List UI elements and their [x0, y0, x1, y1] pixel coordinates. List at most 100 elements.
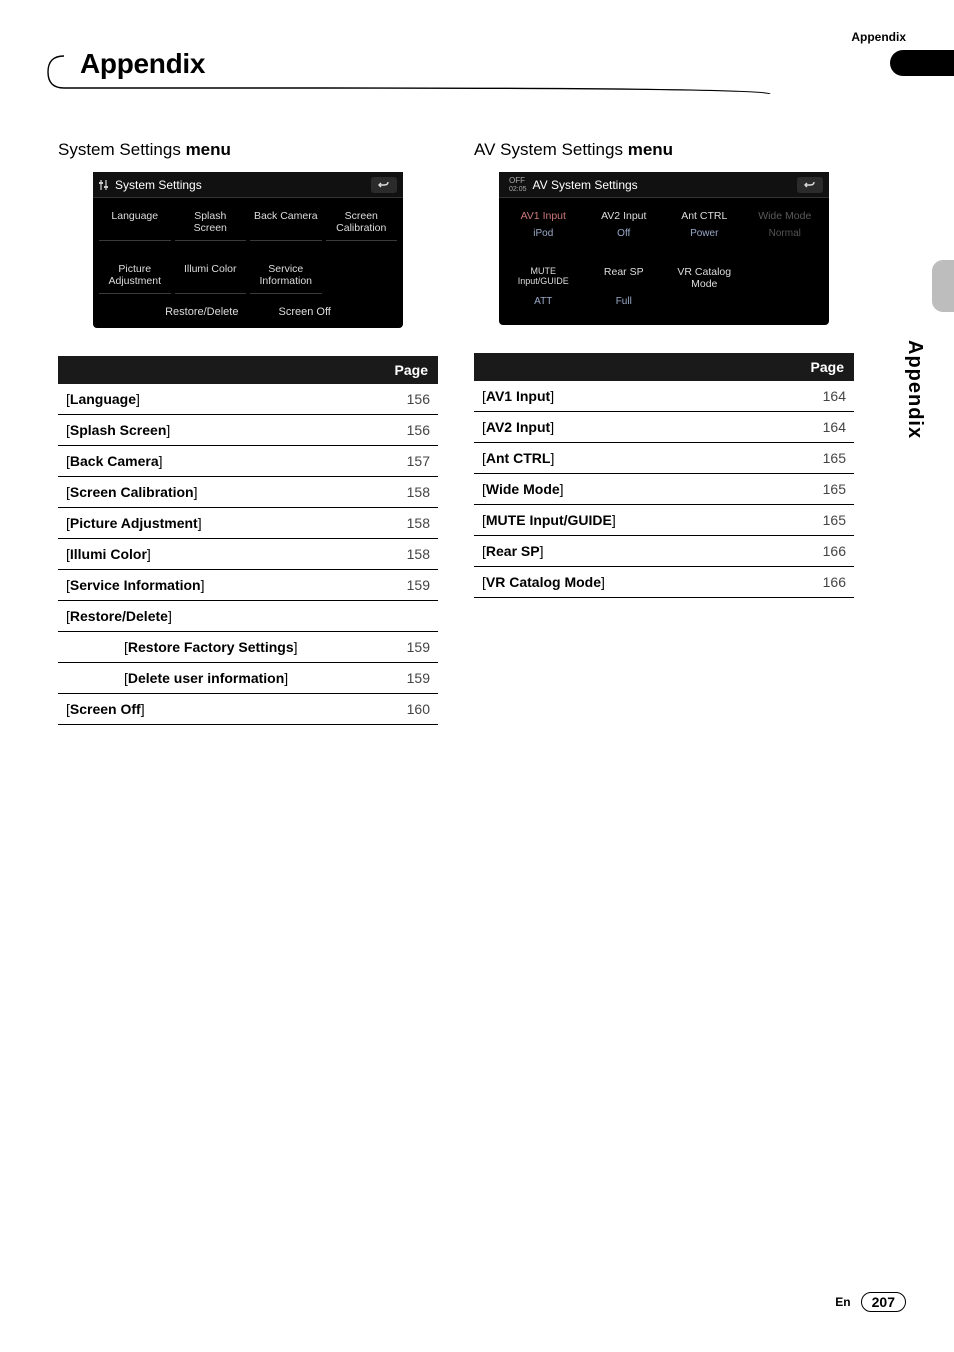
bottom-item: Restore/Delete	[165, 306, 238, 318]
row-label: [Picture Adjustment]	[58, 508, 368, 539]
cell-sub	[747, 296, 824, 314]
row-label: [Ant CTRL]	[474, 443, 784, 474]
row-page: 165	[784, 505, 854, 536]
table-row: [MUTE Input/GUIDE]165	[474, 505, 854, 536]
table-row: [Picture Adjustment]158	[58, 508, 438, 539]
cell-sub: Full	[586, 296, 663, 314]
cell-sub: Normal	[747, 228, 824, 246]
row-page: 164	[784, 412, 854, 443]
panel-row1: Language Splash Screen Back Camera Scree…	[93, 198, 403, 247]
header-section-label: Appendix	[851, 30, 906, 44]
cell: Splash Screen	[175, 204, 247, 241]
cell: Illumi Color	[175, 257, 247, 294]
cell: Back Camera	[250, 204, 322, 241]
th-blank	[58, 356, 368, 384]
row-label: [Wide Mode]	[474, 474, 784, 505]
row-label: [AV1 Input]	[474, 381, 784, 412]
right-heading-light: AV System Settings	[474, 140, 628, 159]
left-heading-bold: menu	[186, 140, 231, 159]
table-row: [VR Catalog Mode]166	[474, 567, 854, 598]
cell: Picture Adjustment	[99, 257, 171, 294]
off-text: OFF	[509, 176, 525, 185]
panel-bar: OFF 02:05 AV System Settings	[499, 172, 829, 198]
row-label: [Back Camera]	[58, 446, 368, 477]
table-row: [Restore/Delete]	[58, 601, 438, 632]
left-column: System Settings menu System Settings Lan…	[58, 140, 438, 725]
left-table: Page [Language]156[Splash Screen]156[Bac…	[58, 356, 438, 725]
side-gray-tab	[932, 260, 954, 312]
row-page: 159	[368, 663, 438, 694]
table-row: [Wide Mode]165	[474, 474, 854, 505]
panel-row2-sub: ATT Full	[499, 296, 829, 326]
header-black-tab	[890, 50, 954, 76]
row-label: [Illumi Color]	[58, 539, 368, 570]
cell-sub: ATT	[505, 296, 582, 314]
table-row: [Screen Off]160	[58, 694, 438, 725]
cell: MUTE Input/GUIDE	[505, 260, 582, 296]
table-row: [Illumi Color]158	[58, 539, 438, 570]
cell: AV2 Input	[586, 204, 663, 228]
row-page: 166	[784, 536, 854, 567]
table-row: [Delete user information]159	[58, 663, 438, 694]
page-title: Appendix	[80, 48, 205, 80]
panel-title: System Settings	[109, 178, 371, 192]
row-page: 158	[368, 508, 438, 539]
row-page: 158	[368, 477, 438, 508]
cell: Service Information	[250, 257, 322, 294]
cell-empty	[747, 260, 824, 296]
row-page: 165	[784, 443, 854, 474]
cell-sub: Power	[666, 228, 743, 246]
row-page: 158	[368, 539, 438, 570]
panel-title: AV System Settings	[527, 178, 797, 192]
footer-lang: En	[835, 1295, 850, 1309]
row-label: [AV2 Input]	[474, 412, 784, 443]
settings-icon	[99, 179, 109, 191]
row-label: [MUTE Input/GUIDE]	[474, 505, 784, 536]
cell-empty	[326, 257, 398, 294]
cell-sub: Off	[586, 228, 663, 246]
row-page: 160	[368, 694, 438, 725]
table-row: [AV2 Input]164	[474, 412, 854, 443]
cell: AV1 Input	[505, 204, 582, 228]
th-page: Page	[368, 356, 438, 384]
footer: En 207	[835, 1292, 906, 1312]
row-page: 159	[368, 632, 438, 663]
right-column: AV System Settings menu OFF 02:05 AV Sys…	[474, 140, 854, 598]
panel-bottom: Restore/Delete Screen Off	[93, 300, 403, 328]
th-page: Page	[784, 353, 854, 381]
right-heading-bold: menu	[628, 140, 673, 159]
row-page: 159	[368, 570, 438, 601]
row-label: [Screen Calibration]	[58, 477, 368, 508]
table-row: [Restore Factory Settings]159	[58, 632, 438, 663]
row-page: 156	[368, 384, 438, 415]
panel-bar: System Settings	[93, 172, 403, 198]
table-row: [Splash Screen]156	[58, 415, 438, 446]
row-label: [Restore/Delete]	[58, 601, 368, 632]
row-label: [Delete user information]	[58, 663, 368, 694]
back-icon	[797, 177, 823, 193]
panel-row2: Picture Adjustment Illumi Color Service …	[93, 247, 403, 300]
page-number-badge: 207	[861, 1292, 906, 1312]
cell: Rear SP	[586, 260, 663, 296]
off-time: 02:05	[509, 186, 527, 193]
panel-row1-sub: iPod Off Power Normal	[499, 228, 829, 252]
table-row: [Ant CTRL]165	[474, 443, 854, 474]
row-page: 157	[368, 446, 438, 477]
cell: Language	[99, 204, 171, 241]
left-heading-light: System Settings	[58, 140, 186, 159]
page-title-wrap: Appendix	[46, 48, 746, 88]
left-menu-heading: System Settings menu	[58, 140, 438, 160]
row-label: [Language]	[58, 384, 368, 415]
table-row: [Rear SP]166	[474, 536, 854, 567]
cell: VR Catalog Mode	[666, 260, 743, 296]
row-label: [Screen Off]	[58, 694, 368, 725]
panel-row1: AV1 Input AV2 Input Ant CTRL Wide Mode	[499, 198, 829, 228]
table-row: [Language]156	[58, 384, 438, 415]
row-page: 156	[368, 415, 438, 446]
cell: Wide Mode	[747, 204, 824, 228]
row-page: 166	[784, 567, 854, 598]
row-page	[368, 601, 438, 632]
bottom-item: Screen Off	[278, 306, 330, 318]
row-label: [VR Catalog Mode]	[474, 567, 784, 598]
system-settings-screenshot: System Settings Language Splash Screen B…	[93, 172, 403, 328]
